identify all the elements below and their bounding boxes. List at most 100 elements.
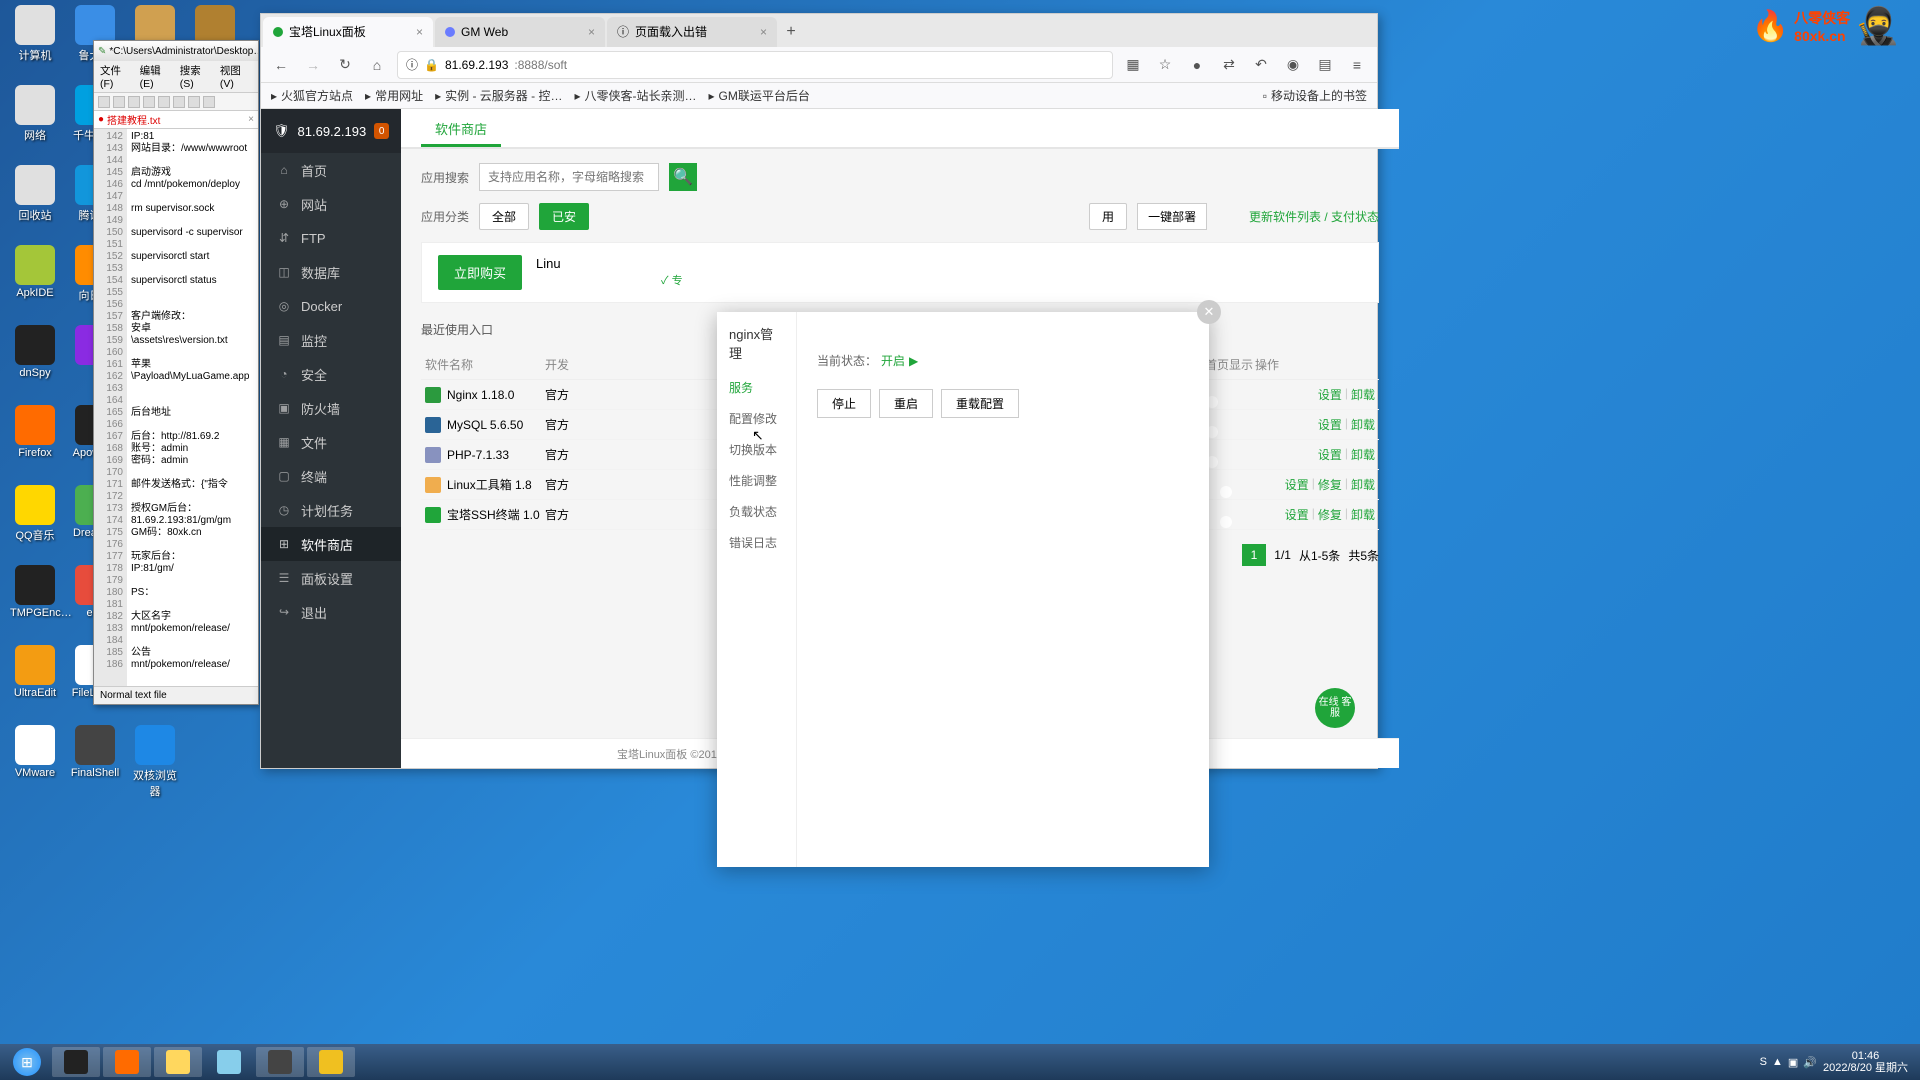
nav-forward-button[interactable]: → — [301, 53, 325, 77]
service-action-button[interactable]: 重载配置 — [941, 389, 1019, 418]
notepad-menubar[interactable]: 文件(F) 编辑(E) 搜索(S) 视图(V) — [94, 61, 258, 93]
bookmark-item[interactable]: ▸实例 - 云服务器 - 控… — [435, 87, 562, 104]
notepad-editor[interactable]: 142 143 144 145 146 147 148 149 150 151 … — [94, 129, 258, 686]
sidebar-item[interactable]: ▦ 文件 — [261, 425, 401, 459]
modal-tab[interactable]: 配置修改 — [717, 403, 796, 434]
op-link[interactable]: 卸载 — [1351, 506, 1375, 523]
new-tab-button[interactable]: + — [779, 20, 803, 44]
cat-installed[interactable]: 已安 — [539, 203, 589, 230]
menu-item[interactable]: 搜索(S) — [180, 63, 212, 90]
tray-icon[interactable]: ▣ — [1788, 1056, 1798, 1069]
sidebar-item[interactable]: ◫ 数据库 — [261, 255, 401, 289]
oneclick-deploy-button[interactable]: 一键部署 — [1137, 203, 1207, 230]
browser-tab[interactable]: 宝塔Linux面板 × — [263, 17, 433, 47]
nav-reload-button[interactable]: ↻ — [333, 53, 357, 77]
nav-home-button[interactable]: ⌂ — [365, 53, 389, 77]
tab-software-store[interactable]: 软件商店 — [421, 109, 501, 147]
sidebar-item[interactable]: ⊕ 网站 — [261, 187, 401, 221]
system-tray[interactable]: S▲▣🔊 01:46 2022/8/20 星期六 — [1760, 1050, 1914, 1074]
op-link[interactable]: 设置 — [1285, 506, 1309, 523]
file-content[interactable]: IP:81 网站目录：/www/wwwroot 启动游戏 cd /mnt/pok… — [127, 129, 258, 686]
toolbar-icon[interactable]: ⇄ — [1217, 53, 1241, 77]
toolbar-icon[interactable]: ☆ — [1153, 53, 1177, 77]
software-name[interactable]: Nginx 1.18.0 — [425, 387, 545, 403]
sidebar-item[interactable]: ▢ 终端 — [261, 459, 401, 493]
software-name[interactable]: Linux工具箱 1.8 — [425, 476, 545, 493]
sidebar-item[interactable]: ⇵ FTP — [261, 221, 401, 255]
desktop-icon[interactable]: QQ音乐 — [10, 485, 60, 543]
search-button[interactable]: 🔍 — [669, 163, 697, 191]
browser-tab[interactable]: ⓘ 页面载入出错 × — [607, 17, 777, 47]
desktop-icon[interactable]: UltraEdit — [10, 645, 60, 699]
service-action-button[interactable]: 停止 — [817, 389, 871, 418]
modal-tab[interactable]: 负载状态 — [717, 496, 796, 527]
menu-item[interactable]: 文件(F) — [100, 63, 132, 90]
toolbar-icon[interactable]: ↶ — [1249, 53, 1273, 77]
op-link[interactable]: 卸载 — [1351, 416, 1375, 433]
modal-tab[interactable]: 性能调整 — [717, 465, 796, 496]
tray-icon[interactable]: S — [1760, 1056, 1767, 1069]
update-list-link[interactable]: 更新软件列表 / 支付状态 — [1249, 208, 1379, 225]
modal-close-button[interactable]: ✕ — [1197, 300, 1221, 324]
bookmark-item[interactable]: ▸八零侠客-站长亲测… — [574, 87, 696, 104]
op-link[interactable]: 修复 — [1318, 506, 1342, 523]
desktop-icon[interactable]: 双核浏览器 — [130, 725, 180, 799]
taskbar-item[interactable] — [154, 1047, 202, 1077]
start-button[interactable]: ⊞ — [6, 1047, 48, 1077]
sidebar-item[interactable]: ◎ Docker — [261, 289, 401, 323]
menu-item[interactable]: 视图(V) — [220, 63, 252, 90]
desktop-icon[interactable]: 回收站 — [10, 165, 60, 223]
toolbar-icon[interactable]: ▤ — [1313, 53, 1337, 77]
op-link[interactable]: 修复 — [1318, 476, 1342, 493]
panel-brand[interactable]: 🛡 81.69.2.193 0 — [261, 109, 401, 153]
menu-item[interactable]: 编辑(E) — [140, 63, 172, 90]
toolbar-icon[interactable]: ▦ — [1121, 53, 1145, 77]
notepad-titlebar[interactable]: ✎ *C:\Users\Administrator\Desktop… — [94, 41, 258, 61]
browser-tab[interactable]: GM Web × — [435, 17, 605, 47]
close-icon[interactable]: × — [416, 25, 423, 39]
info-icon[interactable]: ⓘ — [406, 56, 418, 73]
desktop-icon[interactable]: Firefox — [10, 405, 60, 459]
desktop-icon[interactable]: VMware — [10, 725, 60, 779]
tray-icon[interactable]: ▲ — [1772, 1056, 1783, 1069]
software-name[interactable]: PHP-7.1.33 — [425, 447, 545, 463]
taskbar-item[interactable] — [307, 1047, 355, 1077]
search-input[interactable] — [479, 163, 659, 191]
op-link[interactable]: 设置 — [1318, 416, 1342, 433]
support-fab[interactable]: 在线 客服 — [1315, 688, 1355, 728]
software-name[interactable]: MySQL 5.6.50 — [425, 417, 545, 433]
toolbar-icon[interactable]: ◉ — [1281, 53, 1305, 77]
taskbar-item[interactable] — [52, 1047, 100, 1077]
cat-tail[interactable]: 用 — [1089, 203, 1127, 230]
sidebar-item[interactable]: ◷ 计划任务 — [261, 493, 401, 527]
software-name[interactable]: 宝塔SSH终端 1.0 — [425, 506, 545, 523]
desktop-icon[interactable]: FinalShell — [70, 725, 120, 779]
desktop-icon[interactable]: dnSpy — [10, 325, 60, 379]
service-action-button[interactable]: 重启 — [879, 389, 933, 418]
desktop-icon[interactable]: TMPGEnc… — [10, 565, 60, 619]
desktop-icon[interactable]: 网络 — [10, 85, 60, 143]
bookmark-item[interactable]: ▸常用网址 — [365, 87, 423, 104]
bookmark-mobile[interactable]: ▫移动设备上的书签 — [1263, 87, 1367, 104]
sidebar-item[interactable]: ⌂ 首页 — [261, 153, 401, 187]
op-link[interactable]: 卸载 — [1351, 386, 1375, 403]
desktop-icon[interactable]: ApkIDE — [10, 245, 60, 299]
bookmark-item[interactable]: ▸GM联运平台后台 — [709, 87, 810, 104]
desktop-icon[interactable]: 计算机 — [10, 5, 60, 63]
modal-tab[interactable]: 切换版本 — [717, 434, 796, 465]
nav-back-button[interactable]: ← — [269, 53, 293, 77]
buy-button[interactable]: 立即购买 — [438, 255, 522, 290]
op-link[interactable]: 设置 — [1285, 476, 1309, 493]
sidebar-item[interactable]: ▤ 监控 — [261, 323, 401, 357]
modal-tab[interactable]: 错误日志 — [717, 527, 796, 558]
notepad-toolbar[interactable] — [94, 93, 258, 111]
op-link[interactable]: 设置 — [1318, 386, 1342, 403]
sidebar-item[interactable]: ⊞ 软件商店 — [261, 527, 401, 561]
cat-all[interactable]: 全部 — [479, 203, 529, 230]
url-input[interactable]: ⓘ 🔒 81.69.2.193:8888/soft — [397, 51, 1113, 79]
sidebar-item[interactable]: ▣ 防火墙 — [261, 391, 401, 425]
page-current[interactable]: 1 — [1242, 544, 1267, 566]
taskbar-item[interactable] — [205, 1047, 253, 1077]
notification-badge[interactable]: 0 — [374, 123, 389, 139]
sidebar-item[interactable]: ☰ 面板设置 — [261, 561, 401, 595]
